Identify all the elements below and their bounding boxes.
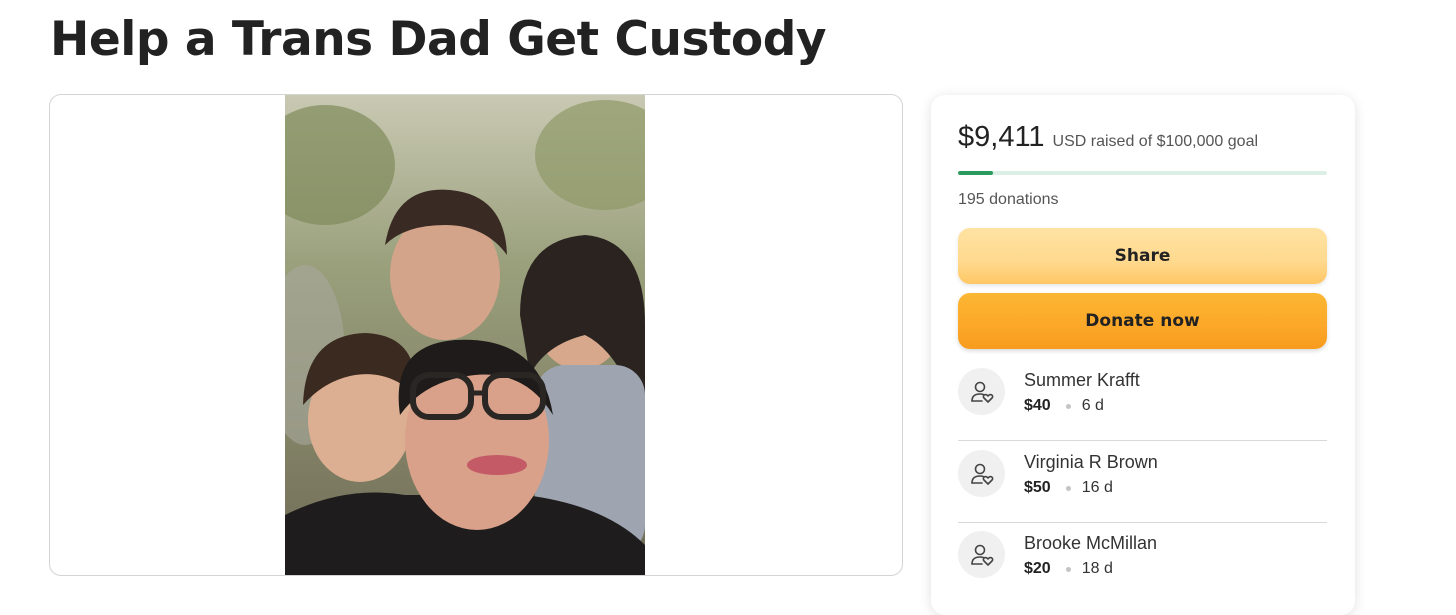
donor-list-item: Virginia R Brown $50 16 d	[958, 441, 1327, 523]
donor-name: Virginia R Brown	[1024, 452, 1158, 472]
donor-heart-icon	[958, 450, 1005, 497]
donor-list-item: Summer Krafft $40 6 d	[958, 359, 1327, 441]
donor-list-item: Brooke McMillan $20 18 d	[958, 522, 1327, 604]
goal-progress-fill	[958, 171, 993, 175]
raised-amount: $9,411	[958, 121, 1045, 153]
campaign-media[interactable]	[49, 94, 903, 576]
separator-dot	[1065, 485, 1071, 491]
donor-meta: $40 6 d	[1024, 397, 1104, 415]
donor-meta: $20 18 d	[1024, 560, 1113, 578]
donor-meta: $50 16 d	[1024, 479, 1113, 497]
raised-goal-text: USD raised of $100,000 goal	[1052, 133, 1259, 150]
goal-progress-bar	[958, 171, 1327, 175]
donor-heart-icon	[958, 368, 1005, 415]
page-title: Help a Trans Dad Get Custody	[50, 12, 826, 67]
donor-amount: $20	[1024, 560, 1051, 577]
donate-now-button[interactable]: Donate now	[958, 293, 1327, 349]
amount-raised: $9,411 USD raised of $100,000 goal	[958, 121, 1258, 154]
donation-count: 195 donations	[958, 191, 1059, 208]
donor-time: 6 d	[1081, 397, 1104, 414]
donor-amount: $50	[1024, 479, 1051, 496]
donor-name: Summer Krafft	[1024, 370, 1140, 390]
separator-dot	[1065, 566, 1071, 572]
donation-card: $9,411 USD raised of $100,000 goal 195 d…	[931, 95, 1355, 615]
share-button[interactable]: Share	[958, 228, 1327, 284]
campaign-photo	[285, 95, 645, 575]
donor-name: Brooke McMillan	[1024, 533, 1158, 553]
donor-time: 16 d	[1081, 479, 1113, 496]
donor-amount: $40	[1024, 397, 1051, 414]
donor-heart-icon	[958, 531, 1005, 578]
separator-dot	[1065, 403, 1071, 409]
donor-time: 18 d	[1081, 560, 1113, 577]
